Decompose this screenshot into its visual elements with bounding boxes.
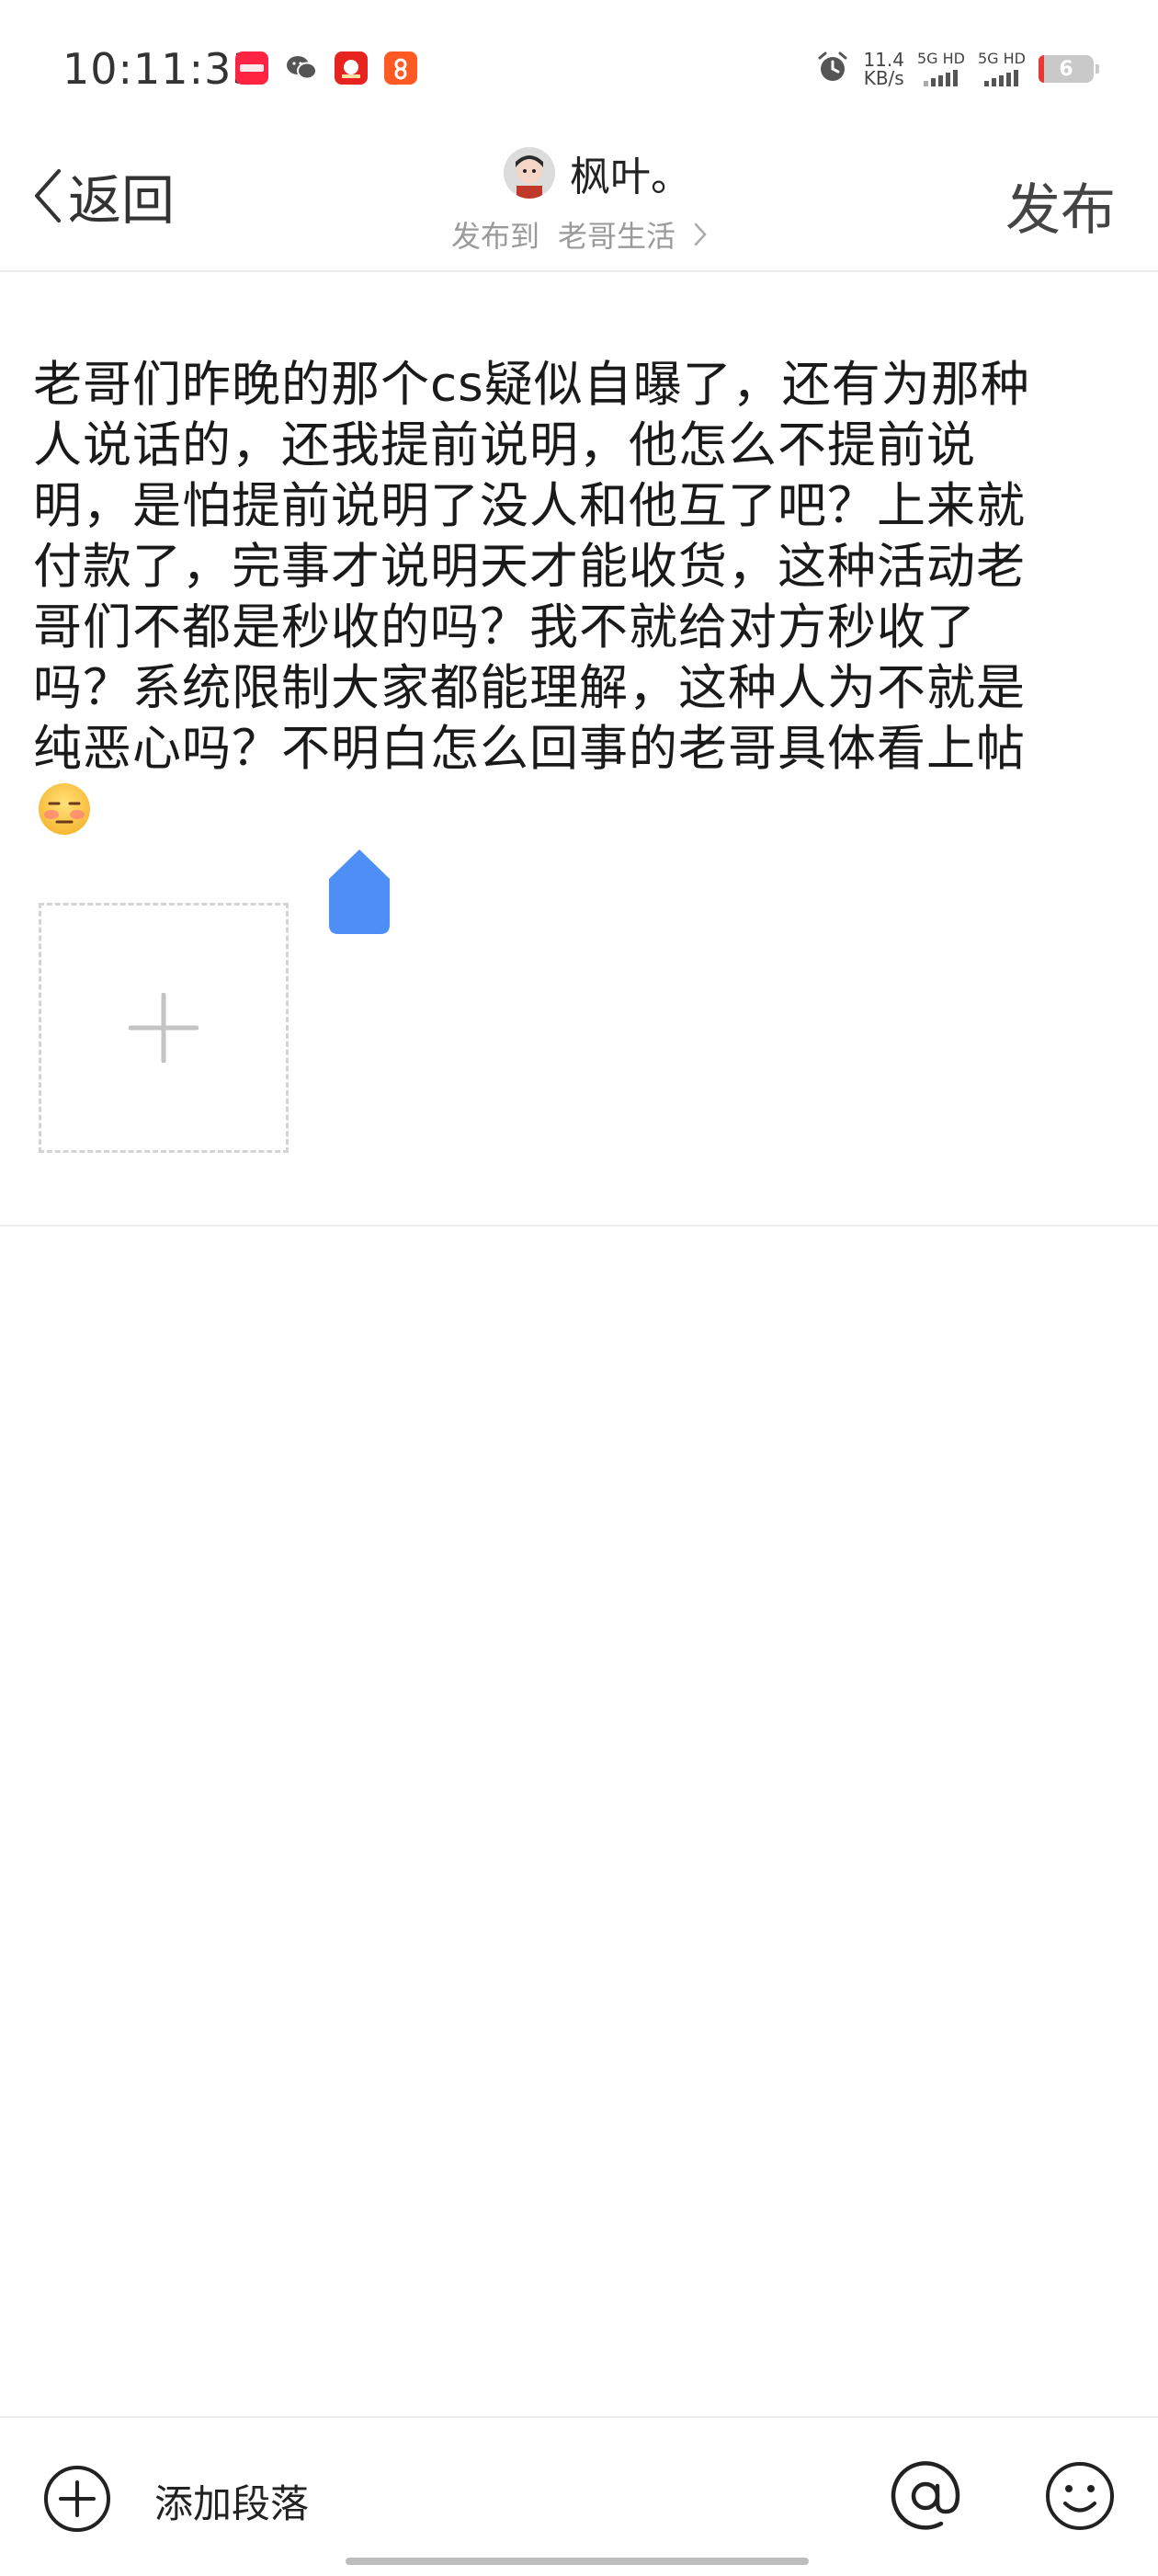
publish-button[interactable]: 发布 xyxy=(1005,165,1116,245)
mention-icon[interactable] xyxy=(888,2458,963,2534)
battery-icon: 6 xyxy=(1039,55,1099,83)
compose-header: 返回 枫叶。 发布到 老哥生活 发布 xyxy=(0,138,1158,272)
content-divider xyxy=(0,1225,1158,1226)
battery-level: 6 xyxy=(1059,57,1073,81)
network-speed: 11.4 KB/s xyxy=(863,51,904,87)
text-cursor-handle[interactable] xyxy=(327,848,392,936)
status-time: 10:11:33 xyxy=(62,44,260,94)
plus-icon xyxy=(129,993,199,1063)
sim1-label: 5G HD xyxy=(916,50,965,67)
status-indicators: 11.4 KB/s 5G HD 5G HD 6 xyxy=(815,50,1099,88)
signal-sim1: 5G HD xyxy=(917,51,965,86)
post-body-text: 老哥们昨晚的那个cs疑似自曝了，还有为那种人说话的，还我提前说明，他怎么不提前说… xyxy=(33,357,1030,777)
chevron-right-icon xyxy=(694,222,707,246)
wechat-icon xyxy=(285,51,318,85)
taobao-icon xyxy=(335,51,368,85)
author-name: 枫叶。 xyxy=(570,154,691,200)
add-image-button[interactable] xyxy=(39,903,289,1153)
notification-icons xyxy=(235,51,417,85)
app-icon xyxy=(384,51,417,85)
author-row: 枫叶。 xyxy=(504,143,691,202)
xiaohongshu-icon xyxy=(235,51,268,85)
sim2-label: 5G HD xyxy=(977,50,1026,67)
post-target: 枫叶。 发布到 老哥生活 xyxy=(0,143,1158,256)
emoji-icon[interactable] xyxy=(1044,2460,1116,2532)
flushed-face-emoji xyxy=(39,783,90,835)
status-bar: 10:11:33 11.4 KB/s 5G HD 5G HD 6 xyxy=(0,0,1158,138)
home-indicator[interactable] xyxy=(346,2558,809,2565)
signal-bars-icon xyxy=(924,70,959,86)
board-selector[interactable]: 发布到 老哥生活 xyxy=(451,213,707,256)
net-speed-unit: KB/s xyxy=(863,67,904,89)
board-name: 老哥生活 xyxy=(558,219,676,254)
publish-to-label: 发布到 xyxy=(450,219,539,254)
signal-sim2: 5G HD xyxy=(978,51,1026,86)
alarm-icon xyxy=(815,50,850,88)
add-paragraph-icon[interactable] xyxy=(42,2464,112,2534)
signal-bars-icon xyxy=(984,70,1019,86)
bottom-toolbar: 添加段落 xyxy=(0,2416,1158,2576)
post-body-editor[interactable]: 老哥们昨晚的那个cs疑似自曝了，还有为那种人说话的，还我提前说明，他怎么不提前说… xyxy=(33,355,1035,840)
net-speed-value: 11.4 xyxy=(863,49,904,71)
add-paragraph-button[interactable]: 添加段落 xyxy=(154,2473,309,2529)
avatar xyxy=(504,147,555,199)
